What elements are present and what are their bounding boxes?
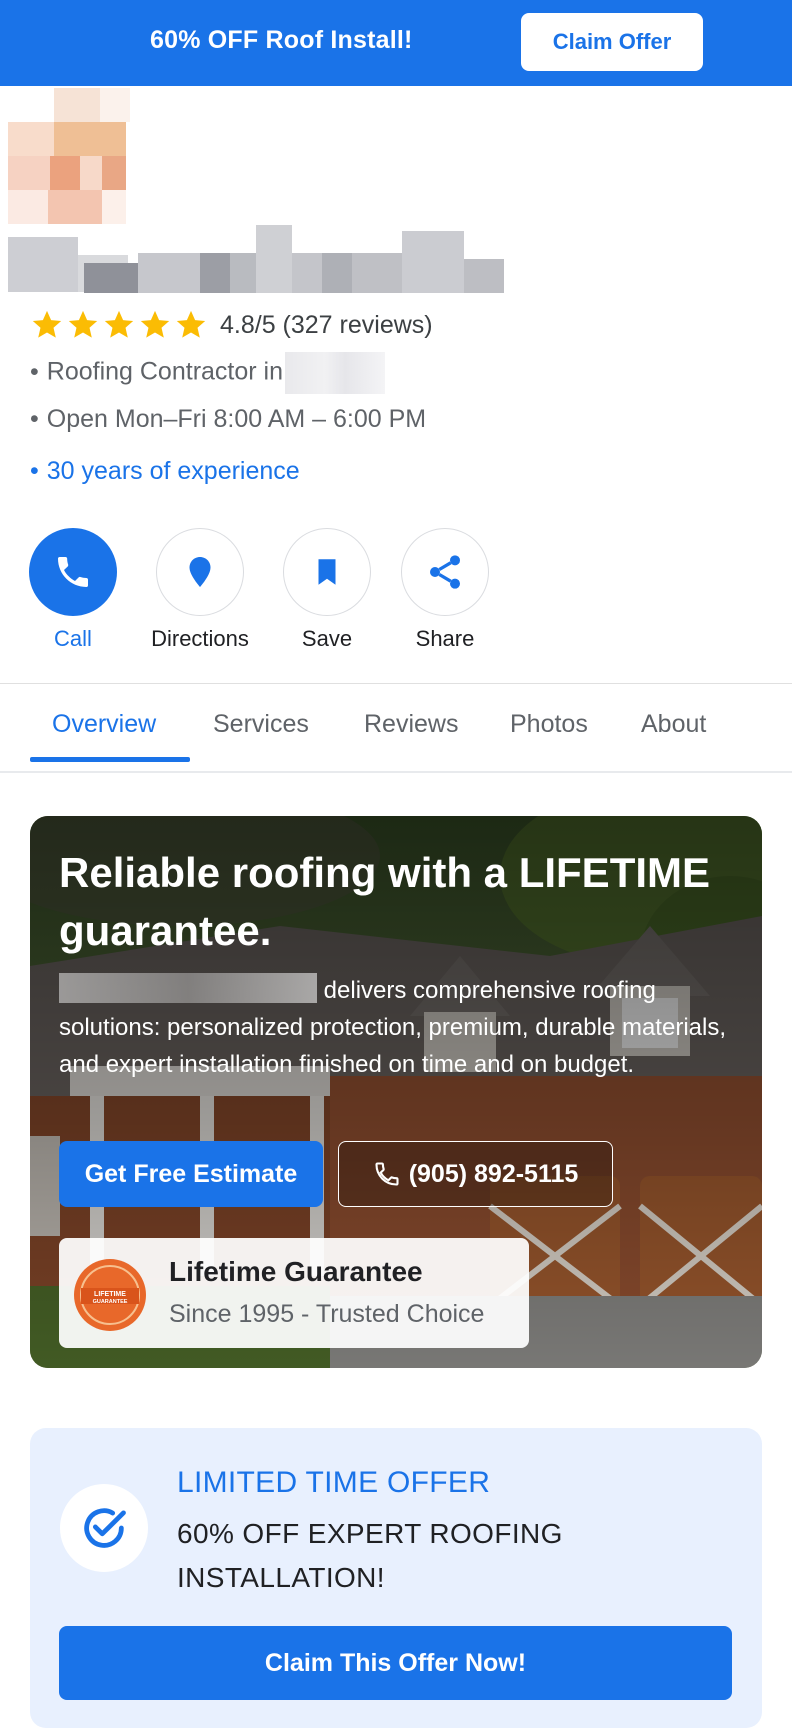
phone-call-button[interactable]: (905) 892-5115 — [338, 1141, 613, 1207]
guarantee-badge-card: LIFETIME GUARANTEE Lifetime Guarantee Si… — [59, 1238, 529, 1348]
location-pin-icon — [189, 557, 211, 587]
hours-line: • Open Mon–Fri 8:00 AM – 6:00 PM — [30, 405, 427, 433]
promo-banner: 60% OFF Roof Install! Claim Offer — [0, 0, 792, 86]
svg-text:GUARANTEE: GUARANTEE — [93, 1299, 128, 1305]
badge-title: Lifetime Guarantee — [169, 1256, 423, 1287]
share-label: Share — [415, 626, 475, 651]
call-label: Call — [54, 626, 92, 651]
claim-offer-button[interactable]: Claim Offer — [521, 13, 703, 71]
hours-text: Open Mon–Fri 8:00 AM – 6:00 PM — [46, 405, 427, 433]
save-label: Save — [301, 626, 353, 651]
divider — [0, 683, 792, 684]
call-button[interactable] — [29, 528, 117, 616]
category-text: Roofing Contractor in — [46, 357, 283, 386]
save-action[interactable]: Save — [267, 528, 387, 652]
location-redacted — [285, 352, 385, 394]
tab-overview[interactable]: Overview — [52, 710, 156, 739]
guarantee-seal-icon: LIFETIME GUARANTEE — [74, 1259, 146, 1331]
tab-reviews[interactable]: Reviews — [364, 710, 458, 739]
tab-services[interactable]: Services — [213, 710, 309, 739]
badge-subtitle: Since 1995 - Trusted Choice — [169, 1300, 485, 1328]
directions-action[interactable]: Directions — [140, 528, 260, 652]
offer-card: LIMITED TIME OFFER 60% OFF EXPERT ROOFIN… — [30, 1428, 762, 1728]
star-icon — [68, 310, 98, 338]
directions-label: Directions — [151, 626, 249, 651]
promo-text: 60% OFF Roof Install! — [150, 26, 413, 54]
experience-text: 30 years of experience — [46, 457, 300, 485]
check-circle-icon — [60, 1484, 148, 1572]
star-icon — [104, 310, 134, 338]
get-free-estimate-button[interactable]: Get Free Estimate — [59, 1141, 323, 1207]
share-button[interactable] — [401, 528, 489, 616]
offer-text: 60% OFF EXPERT ROOFING INSTALLATION! — [177, 1518, 563, 1593]
directions-button[interactable] — [156, 528, 244, 616]
divider — [0, 771, 792, 773]
phone-icon — [375, 1162, 399, 1186]
svg-text:LIFETIME: LIFETIME — [94, 1291, 126, 1298]
star-icon — [32, 310, 62, 338]
share-icon — [430, 555, 460, 589]
hero-card: Reliable roofing with a LIFETIME guarant… — [30, 816, 762, 1368]
business-name-redacted — [59, 973, 317, 1003]
claim-this-offer-button[interactable]: Claim This Offer Now! — [59, 1626, 732, 1700]
star-icon — [140, 310, 170, 338]
offer-heading: LIMITED TIME OFFER — [177, 1466, 491, 1499]
bookmark-icon — [318, 559, 336, 585]
hero-description: delivers comprehensive roofing solutions… — [59, 972, 734, 1083]
call-action[interactable]: Call — [13, 528, 133, 652]
share-action[interactable]: Share — [385, 528, 505, 652]
phone-number: (905) 892-5115 — [408, 1159, 579, 1188]
business-logo-redacted — [8, 88, 138, 236]
tab-photos[interactable]: Photos — [510, 710, 588, 739]
active-tab-indicator — [30, 757, 190, 762]
rating-row: 4.8/5 (327 reviews) — [30, 308, 433, 342]
tab-about[interactable]: About — [641, 710, 706, 739]
save-button[interactable] — [283, 528, 371, 616]
hero-title: Reliable roofing with a LIFETIME guarant… — [59, 849, 711, 954]
business-name-redacted — [8, 225, 504, 293]
experience-line: • 30 years of experience — [30, 457, 300, 485]
category-line: • Roofing Contractor in — [30, 352, 385, 394]
phone-icon — [58, 557, 88, 587]
rating-text: 4.8/5 (327 reviews) — [220, 310, 433, 339]
star-icon — [176, 310, 206, 338]
